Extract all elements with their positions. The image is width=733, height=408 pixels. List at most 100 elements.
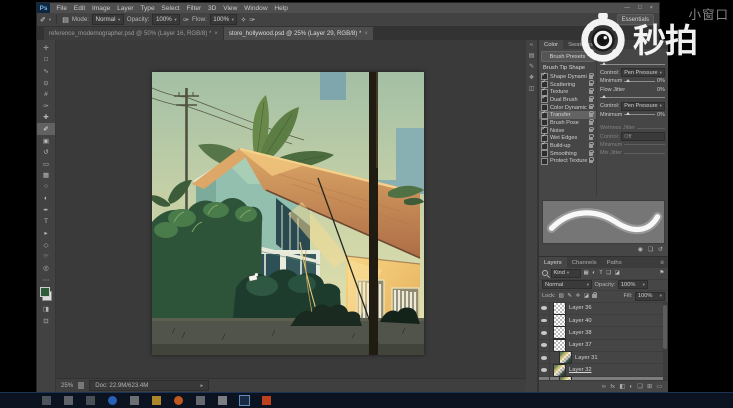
taskbar-app-icon[interactable] xyxy=(196,396,205,405)
eye-visibility-icon[interactable] xyxy=(539,327,550,338)
path-select-tool-icon[interactable]: ▸ xyxy=(37,228,55,240)
tab-paths[interactable]: Paths xyxy=(602,257,627,268)
taskbar-app-icon[interactable] xyxy=(152,396,161,405)
filter-pixel-icon[interactable]: ▦ xyxy=(583,270,589,276)
lock-icon[interactable] xyxy=(589,160,594,164)
tab-layers[interactable]: Layers xyxy=(539,257,567,268)
link-layers-icon[interactable]: ∞ xyxy=(602,384,606,390)
zoom-level[interactable]: 25% xyxy=(61,382,73,389)
eraser-tool-icon[interactable]: ▭ xyxy=(37,158,55,170)
layer-opacity-select[interactable]: 100% ▾ xyxy=(618,280,648,289)
layer-mask-icon[interactable]: ◧ xyxy=(619,384,624,390)
close-button[interactable]: × xyxy=(650,5,653,11)
new-group-icon[interactable]: ❏ xyxy=(637,384,642,390)
brush-option-shape-dynamics[interactable]: Shape Dynamics xyxy=(539,73,596,81)
quick-select-tool-icon[interactable]: ⊙ xyxy=(37,77,55,89)
menu-file[interactable]: File xyxy=(53,5,70,12)
taskbar-app-icon[interactable] xyxy=(86,396,95,405)
layer-thumbnail[interactable] xyxy=(553,339,566,352)
lock-icon[interactable] xyxy=(589,137,594,141)
document-tab-store-hollywood[interactable]: store_hollywood.psd @ 25% (Layer 29, RGB… xyxy=(224,27,373,40)
screen-mode-icon[interactable]: ⊡ xyxy=(37,315,55,327)
new-brush-icon[interactable]: ❏ xyxy=(648,247,653,253)
lock-icon[interactable] xyxy=(589,121,594,125)
new-layer-icon[interactable]: ⊞ xyxy=(647,384,652,390)
crop-tool-icon[interactable]: # xyxy=(37,88,55,100)
close-icon[interactable]: × xyxy=(214,31,218,37)
foreground-color-swatch[interactable] xyxy=(40,287,50,297)
filter-adjustment-icon[interactable]: ◐ xyxy=(592,270,596,276)
blend-mode-select[interactable]: Normal ▾ xyxy=(92,14,124,25)
tab-channels[interactable]: Channels xyxy=(567,257,602,268)
menu-edit[interactable]: Edit xyxy=(70,5,88,12)
lock-icon[interactable] xyxy=(589,75,594,79)
chevron-down-icon[interactable]: ▾ xyxy=(49,17,51,23)
filter-pin-icon[interactable]: ⚑ xyxy=(659,270,665,276)
lock-icon[interactable] xyxy=(589,129,594,133)
pressure-opacity-icon[interactable]: ✑ xyxy=(183,16,189,24)
layer-row[interactable]: Layer 36 xyxy=(539,303,668,315)
layer-name[interactable]: Layer 36 xyxy=(569,305,592,311)
brush-option-transfer[interactable]: Transfer xyxy=(539,111,596,119)
layer-row[interactable]: Layer 37 xyxy=(539,340,668,352)
gradient-tool-icon[interactable]: ▦ xyxy=(37,170,55,182)
layer-row[interactable]: Layer 32 xyxy=(539,364,668,376)
brush-option-smoothing[interactable]: Smoothing xyxy=(539,150,596,158)
properties-panel-icon[interactable]: ▤ xyxy=(529,53,534,59)
menu-3d[interactable]: 3D xyxy=(205,5,220,12)
layer-row[interactable]: Layer 40 xyxy=(539,315,668,327)
layer-row[interactable]: Layer 38 xyxy=(539,327,668,339)
type-tool-icon[interactable]: T xyxy=(37,216,55,228)
brush-option-noise[interactable]: Noise xyxy=(539,127,596,135)
layer-thumbnail[interactable] xyxy=(553,326,566,339)
info-panel-icon[interactable]: ◫ xyxy=(529,86,534,92)
control-select[interactable]: Pen Pressure ▾ xyxy=(621,102,665,111)
layer-row[interactable]: Layer 29 xyxy=(539,377,668,380)
taskbar-app-icon[interactable] xyxy=(262,396,271,405)
menu-image[interactable]: Image xyxy=(89,5,114,12)
brush-option-protect-texture[interactable]: Protect Texture xyxy=(539,158,596,166)
edit-toolbar-icon[interactable]: ⋯ xyxy=(37,274,55,286)
layer-name[interactable]: Layer 40 xyxy=(569,318,592,324)
flow-jitter-slider[interactable] xyxy=(600,97,665,98)
artwork-canvas[interactable] xyxy=(152,72,424,355)
menu-layer[interactable]: Layer xyxy=(114,5,137,12)
brush-option-color-dynamics[interactable]: Color Dynamics xyxy=(539,104,596,112)
eye-visibility-icon[interactable] xyxy=(539,303,550,314)
delete-layer-icon[interactable]: ▭ xyxy=(656,384,661,390)
pen-tool-icon[interactable]: ✒ xyxy=(37,204,55,216)
tab-color[interactable]: Color xyxy=(539,40,563,49)
flow-select[interactable]: 100% ▾ xyxy=(210,14,238,25)
layer-style-icon[interactable]: fx xyxy=(610,384,615,390)
taskbar-photoshop-icon[interactable] xyxy=(240,396,249,405)
control-select[interactable]: Pen Pressure ▾ xyxy=(621,68,665,77)
menu-window[interactable]: Window xyxy=(241,5,271,12)
lock-icon[interactable] xyxy=(589,98,594,102)
brush-option-dual-brush[interactable]: Dual Brush xyxy=(539,96,596,104)
brush-option-brush-pose[interactable]: Brush Pose xyxy=(539,119,596,127)
lock-icon[interactable] xyxy=(589,90,594,94)
layer-name[interactable]: Layer 32 xyxy=(569,367,592,373)
blur-tool-icon[interactable]: ○ xyxy=(37,181,55,193)
menu-view[interactable]: View xyxy=(220,5,241,12)
lock-transparency-icon[interactable]: ▨ xyxy=(558,293,564,299)
eye-visibility-icon[interactable] xyxy=(539,315,550,326)
checkbox[interactable] xyxy=(541,143,548,150)
layer-name[interactable]: Layer 38 xyxy=(569,330,592,336)
lock-icon[interactable] xyxy=(589,144,594,148)
lock-position-icon[interactable]: ✛ xyxy=(575,293,581,299)
taskbar-app-icon[interactable] xyxy=(108,396,117,405)
filter-type-icon[interactable]: T xyxy=(599,270,603,276)
lock-artboard-icon[interactable]: ◪ xyxy=(583,293,589,299)
reset-icon[interactable]: ↺ xyxy=(658,247,663,253)
eye-visibility-icon[interactable] xyxy=(539,364,550,375)
layer-row[interactable]: Layer 31 xyxy=(539,352,668,364)
marquee-tool-icon[interactable]: □ xyxy=(37,54,55,66)
doc-size-field[interactable]: Doc: 22.9M/623.4M ▸ xyxy=(89,380,209,391)
lock-pixels-icon[interactable]: ✎ xyxy=(567,293,573,299)
eye-visibility-icon[interactable] xyxy=(539,340,550,351)
document-tab-reference[interactable]: reference_modernographer.psd @ 50% (Laye… xyxy=(44,27,223,40)
lock-icon[interactable] xyxy=(589,113,594,117)
eyedropper-tool-icon[interactable]: ✑ xyxy=(37,100,55,112)
adjustment-layer-icon[interactable]: ◐ xyxy=(629,384,633,390)
